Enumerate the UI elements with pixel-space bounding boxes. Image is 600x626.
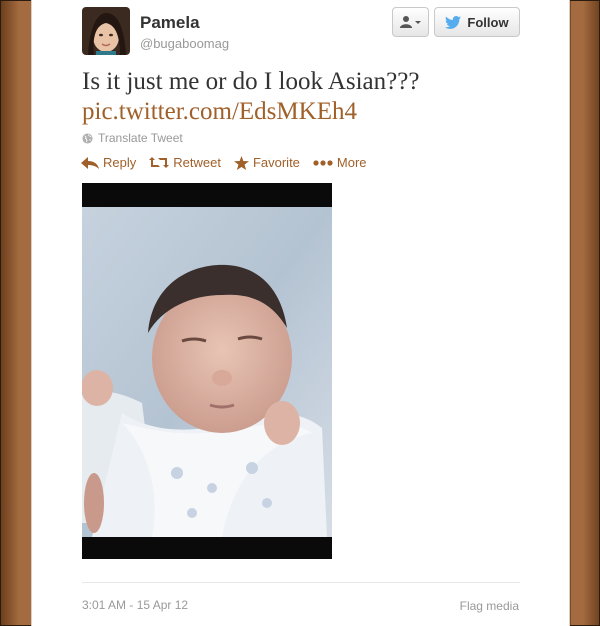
- tweet-photo[interactable]: [81, 183, 332, 559]
- more-label: More: [336, 155, 367, 170]
- translate-label: Translate Tweet: [98, 131, 183, 145]
- tweet-actions: Reply Retweet Favorite More: [81, 155, 367, 170]
- favorite-label: Favorite: [252, 155, 300, 170]
- retweet-label: Retweet: [173, 155, 221, 170]
- user-display-name[interactable]: Pamela: [140, 13, 200, 33]
- tweet-timestamp[interactable]: 3:01 AM - 15 Apr 12: [82, 598, 188, 612]
- flag-media-link[interactable]: Flag media: [460, 599, 519, 613]
- footer-divider: [82, 582, 520, 583]
- follow-label: Follow: [467, 14, 509, 30]
- globe-icon: [82, 132, 93, 144]
- more-button[interactable]: More: [313, 155, 367, 170]
- star-icon: [233, 155, 249, 170]
- user-handle[interactable]: @bugaboomag: [140, 36, 229, 51]
- tweet-text: Is it just me or do I look Asian???: [82, 68, 420, 95]
- retweet-icon: [149, 157, 170, 168]
- person-dropdown-icon: [399, 16, 421, 28]
- tweet-media-link[interactable]: pic.twitter.com/EdsMKEh4: [82, 96, 357, 128]
- avatar[interactable]: [82, 7, 130, 55]
- retweet-button[interactable]: Retweet: [149, 155, 221, 170]
- reply-button[interactable]: Reply: [81, 155, 136, 170]
- user-actions-dropdown-button[interactable]: [392, 7, 429, 37]
- reply-arrow-icon: [81, 156, 99, 169]
- twitter-bird-icon: [445, 15, 462, 29]
- translate-tweet-link[interactable]: Translate Tweet: [82, 131, 183, 145]
- favorite-button[interactable]: Favorite: [233, 155, 300, 170]
- follow-button[interactable]: Follow: [434, 7, 520, 37]
- more-dots-icon: [313, 159, 333, 166]
- tweet-card: Pamela @bugaboomag Follow Is it just me …: [31, 0, 570, 626]
- reply-label: Reply: [103, 155, 137, 170]
